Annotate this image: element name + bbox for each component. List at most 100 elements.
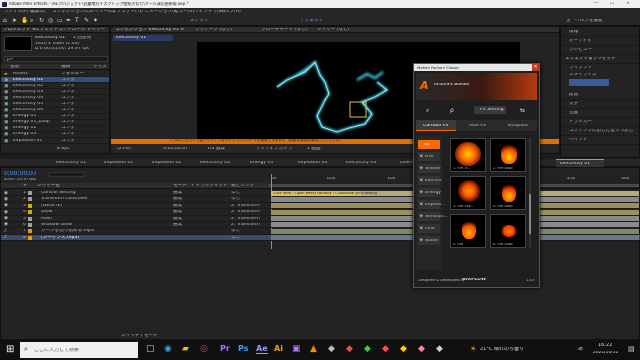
label-color[interactable] [28,222,32,227]
search-icon[interactable]: ⌕ [426,107,429,115]
comp-tab[interactable]: Energy 01 [250,161,273,166]
notification-icon[interactable]: ▤ [628,345,635,353]
search-help-icon[interactable]: ⌕ [567,17,570,25]
task-view-icon[interactable]: ▢ [146,344,155,354]
category-water[interactable]: ◆ Water [418,236,440,245]
app-icon[interactable]: ◆ [328,344,335,354]
viewer-timecode[interactable]: 0;00;00;07 [163,147,188,152]
layer-parent[interactable]: 2. Transform [231,204,260,209]
rectangle-tool-icon[interactable]: ▭ [57,17,63,24]
comp-tab[interactable]: Explosion 01 [104,161,133,166]
panel-item-align[interactable]: 位置 [561,109,639,118]
zoom-dropdown[interactable]: (25%) [117,147,131,152]
timeline-timecode[interactable]: 0;00;00;07 [4,171,37,177]
views-dropdown[interactable]: 1 画面 [307,147,321,152]
tab-project[interactable]: プロジェクト ≡ [3,28,36,33]
comp-tab[interactable]: Electricity 01 [56,161,86,166]
layer-parent[interactable]: なし [231,197,240,202]
layer-parent[interactable]: なし [231,236,240,241]
fx-setting-button[interactable]: FX Setting [474,106,506,114]
visibility-icon[interactable]: ◉ [4,216,8,221]
layer-mode[interactable]: 通常 [173,197,182,202]
menu-edit[interactable]: 編集(E) [30,10,46,15]
panel-item-effects[interactable]: エフェクト＆プリセット [561,55,639,64]
app-icon[interactable]: ◆ [418,344,425,354]
category-simulation[interactable]: ◆ Simulati... [418,212,448,221]
fx-thumbnail[interactable]: 1. Fire Tr... [450,138,486,172]
windows-start-icon[interactable]: ⊞ [6,344,14,355]
label-color[interactable] [28,203,32,208]
taskbar-search-input[interactable]: ⌕ ここに入力して検索 [20,342,138,358]
layer-name[interactable]: Shadow Glow [41,223,72,228]
panel-item-stylize[interactable]: スタイライズ [561,72,639,79]
category-explosion[interactable]: ◆ Explosi... [418,200,446,209]
tab-composition[interactable]: コンポジション Electricity 01 ≡ [115,28,184,33]
tab-footage[interactable]: フッテージ (なし) [195,28,232,33]
tab-flowchart[interactable]: フローチャート (なし) [261,28,307,33]
column-name[interactable]: 名前 [10,65,19,70]
panel-item-tracker[interactable]: トラッカー [561,118,639,127]
list-item[interactable]: ▣ Explosion 01 コンポ [1,138,109,145]
fx-thumbnail[interactable]: 5. Fire [450,214,486,248]
bit-depth[interactable]: 8 bpc [57,147,70,152]
clock-date[interactable]: 2021/10/11 [593,351,618,355]
layer-name[interactable]: [シーケンス.mp3] [41,236,79,241]
layer-parent[interactable]: なし [231,191,240,196]
layer-parent[interactable]: 2. Transform [231,210,260,215]
puppet-tool-icon[interactable]: ✦ [93,17,98,24]
panel-item-info[interactable]: 情報 [561,28,639,37]
menu-view[interactable]: ビュー(V) [174,10,195,15]
column-size[interactable]: サイズ [93,65,107,70]
note-bar[interactable]: Click Here ! Open effect controls ! Cust… [271,191,377,197]
app-icon[interactable]: ◆ [382,344,389,354]
panel-item-library[interactable]: ライブラリ [561,65,639,72]
visibility-icon[interactable]: ◉ [4,197,8,202]
category-all[interactable]: All [418,140,440,149]
weather-icon[interactable]: ☀ [470,345,476,353]
layer-name[interactable]: Control Setting [41,191,76,196]
workspace-label[interactable]: デフォルト [300,19,323,24]
fx-thumbnail[interactable]: 2. Fire Loop [490,138,526,172]
category-energy[interactable]: ◆ Energy [418,188,441,197]
comp-tab[interactable]: Electricity 02 [200,161,230,166]
menu-layer[interactable]: レイヤー(L) [90,10,114,15]
hand-tool-icon[interactable]: ✋ [21,17,28,24]
layer-name[interactable]: Glow [41,210,52,215]
camera-dropdown[interactable]: アクティブカメラ [256,147,292,152]
minimize-button[interactable]: — [594,2,599,7]
chrome-icon[interactable]: ◎ [200,344,208,354]
tab-cartoon-fx[interactable]: Cartoon FX [416,120,456,131]
visibility-icon[interactable]: ◉ [4,222,8,227]
header-layer-name[interactable]: レイヤー名 [37,184,60,189]
premiere-icon[interactable]: Pr [220,344,230,353]
layer-parent[interactable]: 2. Transform [231,223,260,228]
explorer-icon[interactable]: ▰ [182,344,189,354]
menu-effect[interactable]: エフェクト(T) [112,10,141,15]
audio-icon[interactable]: ♪ [4,235,7,240]
label-color[interactable] [28,197,32,202]
comp-tab[interactable]: Electricity 03 [346,161,376,166]
menu-composition[interactable]: コンポジション(C) [52,10,91,15]
panel-item-preview[interactable]: プレビュー [561,46,639,55]
menu-animation[interactable]: アニメーション(A) [140,10,179,15]
menu-help[interactable]: ヘルプ(H) [220,10,241,15]
layer-mode[interactable]: 通常 [173,210,182,215]
app-icon[interactable]: ◆ [346,344,353,354]
category-electric[interactable]: ◆ Electric [418,176,442,185]
label-color[interactable] [28,191,32,195]
panel-item-audio[interactable]: オーディオ [561,37,639,46]
app-icon[interactable]: ◆ [400,344,407,354]
tab-template[interactable]: Template [507,124,528,129]
tab-real-fx[interactable]: Real FX [469,124,486,129]
table-row[interactable]: ♪ 8 [シーケンス.mp3] なし [1,234,640,242]
layer-parent[interactable]: 2. Transform [231,217,260,222]
layer-name[interactable]: Main [41,217,52,222]
plugin-close-button[interactable]: ✕ [532,64,539,71]
visibility-icon[interactable]: ◉ [4,203,8,208]
comp-tab[interactable]: Explosion 02 [152,161,181,166]
category-line[interactable]: ◆ Line [418,224,440,233]
snap-checkbox[interactable]: スナップ [190,19,208,24]
layer-mode[interactable]: 通常 [173,191,182,196]
panel-item-paint[interactable]: ペイント [561,136,639,145]
selection-tool-icon[interactable]: ➤ [12,17,17,24]
